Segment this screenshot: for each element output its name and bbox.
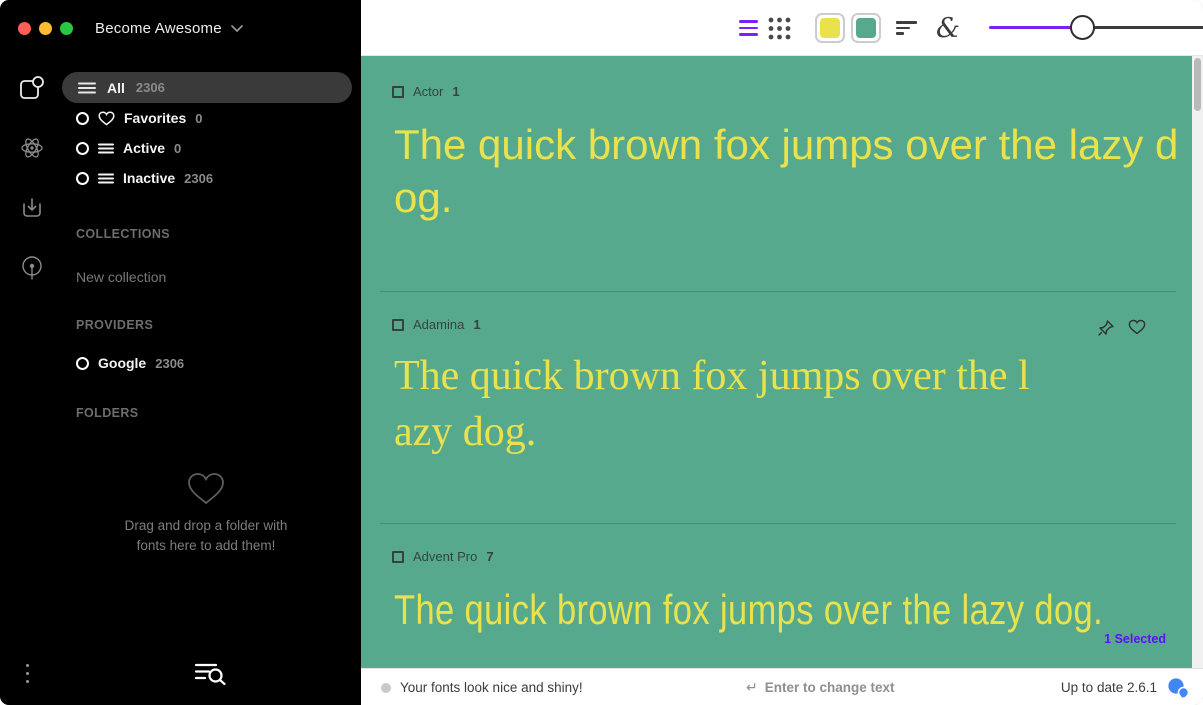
providers-header: PROVIDERS [62, 318, 352, 332]
sidebar-item-inactive[interactable]: Inactive 2306 [62, 163, 352, 193]
font-preview-advent-pro[interactable]: The quick brown fox jumps over the lazy … [394, 583, 1192, 636]
heart-icon [186, 470, 226, 506]
selection-count-badge: 1 Selected [1104, 632, 1166, 646]
background-color-swatch[interactable] [851, 0, 881, 56]
font-checkbox[interactable] [392, 86, 404, 98]
collections-header: COLLECTIONS [62, 227, 352, 241]
workspace-title-label: Become Awesome [95, 20, 222, 37]
folder-dropzone[interactable]: Drag and drop a folder with fonts here t… [62, 470, 350, 556]
slider-track [1083, 26, 1203, 29]
radio-icon[interactable] [76, 112, 89, 125]
radio-icon[interactable] [76, 357, 89, 370]
heart-icon[interactable] [1128, 319, 1146, 335]
hint-label: Enter to change text [765, 680, 895, 695]
font-name[interactable]: Actor [413, 84, 443, 99]
window-controls [18, 22, 73, 35]
sidebar-item-count: 2306 [155, 356, 184, 371]
sidebar-item-count: 0 [174, 141, 181, 156]
sidebar-item-label: Inactive [123, 170, 175, 186]
sidebar: Become Awesome [0, 0, 361, 705]
font-card-header: Actor 1 [392, 84, 460, 99]
scrollbar[interactable] [1192, 56, 1203, 668]
grid-view-button[interactable] [768, 0, 791, 56]
broadcast-icon[interactable] [19, 252, 45, 284]
sidebar-item-count: 2306 [136, 80, 165, 95]
chevron-down-icon [231, 25, 243, 32]
feedback-chat-icon[interactable] [1167, 678, 1189, 698]
font-list: Actor 1 The quick brown fox jumps over t… [361, 56, 1192, 668]
card-hover-actions [1097, 319, 1146, 337]
list-icon [98, 143, 114, 154]
slider-handle[interactable] [1070, 15, 1095, 40]
list-icon [78, 82, 96, 94]
sidebar-item-label: Active [123, 140, 165, 156]
list-view-button[interactable] [739, 0, 758, 56]
more-options-button[interactable] [26, 664, 29, 683]
sidebar-item-label: Favorites [124, 110, 186, 126]
font-size-slider[interactable] [989, 26, 1203, 29]
text-align-button[interactable] [896, 0, 917, 56]
sidebar-item-google[interactable]: Google 2306 [62, 348, 352, 378]
sidebar-item-label: All [107, 80, 125, 96]
close-window-button[interactable] [18, 22, 31, 35]
font-style-count: 1 [473, 317, 480, 332]
slider-filled-track [989, 26, 1083, 29]
workspace-title[interactable]: Become Awesome [95, 20, 243, 37]
update-status: Up to date 2.6.1 [1061, 680, 1157, 695]
card-divider [380, 291, 1176, 292]
icon-rail [14, 72, 50, 312]
font-preview-actor[interactable]: The quick brown fox jumps over the lazy … [394, 118, 1178, 224]
font-style-count: 1 [452, 84, 459, 99]
sidebar-item-label: Google [98, 355, 146, 371]
grid-icon [768, 17, 791, 40]
download-icon[interactable] [20, 192, 44, 224]
text-color-yellow [820, 18, 840, 38]
font-name[interactable]: Adamina [413, 317, 464, 332]
background-color-green [856, 18, 876, 38]
sidebar-item-count: 0 [195, 111, 202, 126]
atom-icon[interactable] [19, 132, 45, 164]
sidebar-item-active[interactable]: Active 0 [62, 133, 352, 163]
library-icon[interactable] [18, 72, 46, 104]
font-card-header: Adamina 1 [392, 317, 481, 332]
ampersand-icon: & [936, 13, 960, 44]
folders-header: FOLDERS [62, 406, 352, 420]
heart-icon [98, 111, 115, 126]
font-name[interactable]: Advent Pro [413, 549, 477, 564]
radio-icon[interactable] [76, 172, 89, 185]
sidebar-item-favorites[interactable]: Favorites 0 [62, 103, 352, 133]
font-checkbox[interactable] [392, 551, 404, 563]
zoom-window-button[interactable] [60, 22, 73, 35]
dropzone-text: Drag and drop a folder with fonts here t… [62, 516, 350, 556]
search-fonts-button[interactable] [194, 661, 227, 685]
font-preview-adamina[interactable]: The quick brown fox jumps over the l azy… [394, 348, 1030, 460]
list-icon [98, 173, 114, 184]
status-message-group: Your fonts look nice and shiny! [381, 669, 583, 705]
change-text-hint[interactable]: ↵ Enter to change text [746, 669, 895, 705]
card-divider [380, 523, 1176, 524]
status-bar: Your fonts look nice and shiny! ↵ Enter … [361, 668, 1203, 705]
version-group: Up to date 2.6.1 [1061, 669, 1189, 705]
text-color-swatch[interactable] [815, 0, 845, 56]
sidebar-item-all[interactable]: All 2306 [62, 72, 352, 103]
sidebar-nav: All 2306 Favorites 0 Active 0 [62, 72, 352, 420]
status-message: Your fonts look nice and shiny! [400, 680, 583, 695]
glyphs-button[interactable]: & [936, 0, 960, 56]
sidebar-item-count: 2306 [184, 171, 213, 186]
font-checkbox[interactable] [392, 319, 404, 331]
new-collection-button[interactable]: New collection [62, 269, 352, 285]
pin-icon[interactable] [1097, 319, 1115, 337]
status-dot-icon [381, 683, 391, 693]
search-list-icon [194, 661, 227, 685]
font-card-header: Advent Pro 7 [392, 549, 494, 564]
minimize-window-button[interactable] [39, 22, 52, 35]
preview-toolbar: & 42px ↺ [361, 0, 1203, 56]
radio-icon[interactable] [76, 142, 89, 155]
app-window: Become Awesome [0, 0, 1203, 705]
enter-key-icon: ↵ [746, 679, 758, 696]
font-style-count: 7 [486, 549, 493, 564]
scrollbar-thumb[interactable] [1194, 58, 1201, 111]
